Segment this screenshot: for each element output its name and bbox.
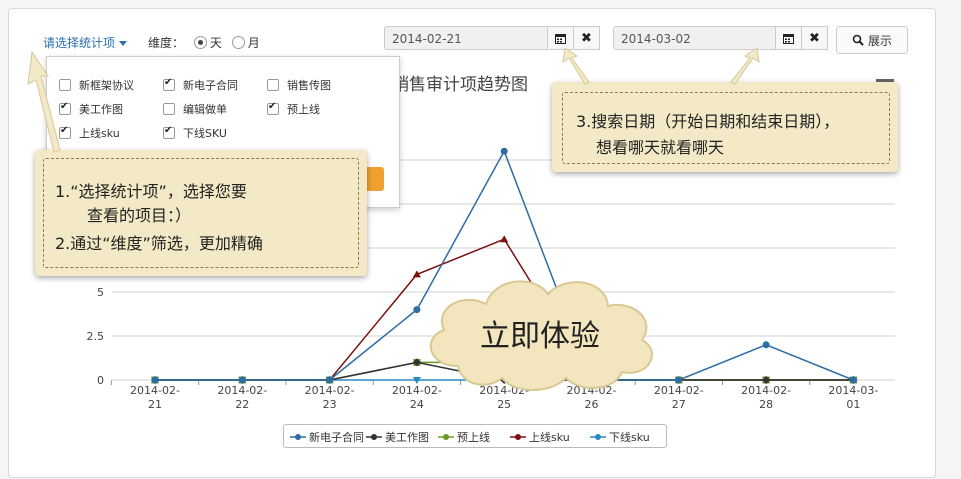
stat-item-5[interactable]: 预上线	[267, 101, 320, 117]
x-tick-label: 23	[323, 398, 337, 411]
legend-label: 预上线	[457, 431, 490, 444]
stat-item-label: 新框架协议	[79, 79, 134, 92]
stat-item-label: 上线sku	[79, 127, 120, 140]
checkbox[interactable]	[163, 125, 175, 139]
tip1-line-1: 1.“选择统计项”，选择您要	[55, 182, 247, 201]
checkbox[interactable]	[267, 101, 279, 115]
tip3-line-2: 想看哪天就看哪天	[596, 138, 725, 157]
x-tick-label: 27	[672, 398, 686, 411]
tip3-line-1: 3.搜索日期（开始日期和结束日期），	[576, 112, 840, 131]
legend-item[interactable]: 上线sku	[510, 429, 570, 445]
chart-legend: 新电子合同 美工作图 预上线 上线sku 下线sku	[283, 424, 667, 448]
stat-item-4[interactable]: 编辑做单	[163, 101, 227, 117]
legend-item[interactable]: 美工作图	[366, 429, 429, 445]
data-point	[849, 376, 857, 384]
stat-item-2[interactable]: 销售传图	[267, 77, 331, 93]
data-point	[326, 376, 334, 384]
tip1-line-2: 查看的项目：）	[87, 206, 192, 225]
data-point	[500, 235, 509, 243]
tip-date-search: 3.搜索日期（开始日期和结束日期）， 想看哪天就看哪天	[552, 82, 898, 172]
legend-marker	[438, 434, 454, 440]
x-tick-label: 01	[846, 398, 860, 411]
x-tick-label: 2014-02-	[305, 384, 355, 397]
legend-label: 新电子合同	[309, 431, 364, 444]
legend-item[interactable]: 下线sku	[590, 429, 650, 445]
x-tick-label: 2014-03-	[828, 384, 878, 397]
legend-marker	[366, 434, 382, 440]
tip1-arrow	[27, 50, 61, 153]
stat-item-1[interactable]: 新电子合同	[163, 77, 238, 93]
data-point	[762, 341, 770, 349]
y-tick-label: 2.5	[87, 330, 105, 343]
tip-stat-select: 1.“选择统计项”，选择您要 查看的项目：） 2.通过“维度”筛选，更加精确	[35, 150, 367, 276]
x-tick-label: 26	[585, 398, 599, 411]
stat-item-label: 美工作图	[79, 103, 123, 116]
x-tick-label: 24	[410, 398, 424, 411]
legend-marker	[510, 434, 526, 440]
stat-item-label: 下线SKU	[183, 127, 227, 140]
legend-label: 美工作图	[385, 431, 429, 444]
checkbox[interactable]	[267, 79, 279, 91]
stat-item-label: 预上线	[287, 103, 320, 116]
stat-item-label: 编辑做单	[183, 103, 227, 116]
y-tick-label: 0	[97, 374, 104, 387]
stat-item-label: 销售传图	[287, 79, 331, 92]
x-tick-label: 2014-02-	[130, 384, 180, 397]
x-tick-label: 21	[148, 398, 162, 411]
tip3-arrows	[562, 48, 760, 85]
tip1-line-3: 2.通过“维度”筛选，更加精确	[55, 234, 263, 253]
legend-label: 上线sku	[529, 431, 570, 444]
legend-marker	[590, 434, 606, 440]
x-tick-label: 22	[235, 398, 249, 411]
legend-marker	[290, 434, 306, 440]
legend-item[interactable]: 新电子合同	[290, 429, 364, 445]
data-point	[238, 376, 246, 384]
data-point	[151, 376, 159, 384]
legend-label: 下线sku	[609, 431, 650, 444]
legend-item[interactable]: 预上线	[438, 429, 490, 445]
stat-item-7[interactable]: 下线SKU	[163, 125, 227, 141]
y-tick-label: 5	[97, 286, 104, 299]
stat-item-label: 新电子合同	[183, 79, 238, 92]
checkbox[interactable]	[163, 77, 175, 91]
x-tick-label: 28	[759, 398, 773, 411]
x-tick-label: 25	[497, 398, 511, 411]
data-point	[675, 376, 683, 384]
checkbox[interactable]	[163, 103, 175, 115]
x-tick-label: 2014-02-	[741, 384, 791, 397]
x-tick-label: 2014-02-	[217, 384, 267, 397]
try-now-button[interactable]: 立即体验	[410, 268, 670, 398]
data-point	[500, 147, 508, 155]
try-now-label: 立即体验	[480, 319, 600, 354]
